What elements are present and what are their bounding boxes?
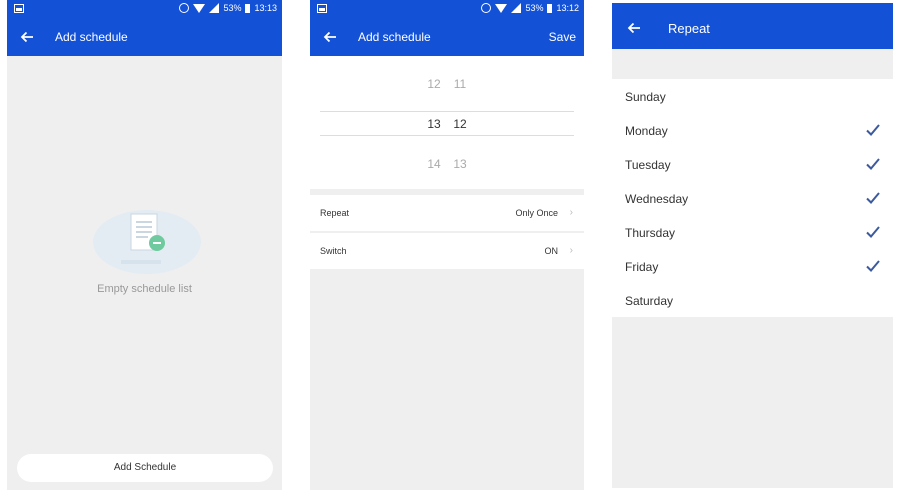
repeat-row[interactable]: Repeat Only Once › (310, 195, 584, 231)
checkmark-icon (866, 158, 880, 170)
back-arrow-icon[interactable] (19, 29, 35, 45)
battery-icon (547, 3, 553, 13)
checkmark-icon (866, 192, 880, 204)
hour-value: 12 (427, 77, 441, 91)
switch-value: ON (544, 246, 559, 256)
empty-schedule-illustration-icon (93, 210, 201, 274)
clock: 13:12 (556, 3, 579, 13)
checkmark-icon (866, 226, 880, 238)
picker-row-above[interactable]: 12 11 (310, 77, 584, 91)
battery-percent: 53% (525, 3, 544, 13)
weekday-label: Monday (625, 124, 668, 138)
wifi-icon (193, 3, 206, 13)
weekday-label: Thursday (625, 226, 676, 240)
switch-label: Switch (320, 246, 347, 256)
checkmark-icon (866, 260, 880, 272)
hour-value: 14 (427, 157, 441, 171)
empty-state-text: Empty schedule list (97, 283, 192, 295)
repeat-value: Only Once (515, 208, 558, 218)
status-bar: 53% 13:12 (310, 0, 584, 18)
checkmark-icon (866, 124, 880, 136)
signal-icon (209, 3, 220, 13)
image-notification-icon (14, 4, 24, 13)
status-bar: 53% 13:13 (7, 0, 282, 18)
save-button[interactable]: Save (549, 30, 576, 44)
weekday-label: Saturday (625, 294, 674, 308)
minute-value: 11 (453, 77, 467, 91)
app-bar: Repeat (612, 3, 893, 49)
weekday-label: Sunday (625, 90, 666, 104)
weekday-item[interactable]: Wednesday (612, 181, 893, 215)
chevron-right-icon: › (569, 245, 573, 256)
battery-icon (245, 3, 251, 13)
signal-icon (511, 3, 522, 13)
picker-divider (320, 135, 574, 136)
image-notification-icon (317, 4, 327, 13)
clock: 13:13 (254, 3, 277, 13)
weekday-item[interactable]: Thursday (612, 215, 893, 249)
picker-row-below[interactable]: 14 13 (310, 157, 584, 171)
weekday-label: Tuesday (625, 158, 671, 172)
weekday-label: Wednesday (625, 192, 689, 206)
minute-value: 13 (453, 157, 467, 171)
page-title: Add schedule (55, 30, 128, 44)
add-schedule-button[interactable]: Add Schedule (17, 454, 273, 482)
weekday-item[interactable]: Monday (612, 113, 893, 147)
repeat-label: Repeat (320, 208, 350, 218)
weekday-label: Friday (625, 260, 659, 274)
picker-row-selected[interactable]: 13 12 (310, 117, 584, 131)
back-arrow-icon[interactable] (626, 20, 642, 36)
screen-repeat: Repeat Sunday Monday Tuesday Wednesday Thurs… (612, 3, 893, 488)
weekday-item[interactable]: Saturday (612, 283, 893, 317)
weekday-item[interactable]: Sunday (612, 79, 893, 113)
weekday-item[interactable]: Tuesday (612, 147, 893, 181)
weekday-item[interactable]: Friday (612, 249, 893, 283)
screen-schedule-list: 53% 13:13 Add schedule Empty schedule li… (7, 0, 282, 490)
picker-divider (320, 111, 574, 112)
chevron-right-icon: › (569, 207, 573, 218)
wifi-icon (495, 3, 508, 13)
screen-add-schedule: 53% 13:12 Add schedule Save 12 11 13 12 14… (310, 0, 584, 490)
page-title: Add schedule (358, 30, 431, 44)
weekday-list: Sunday Monday Tuesday Wednesday Thursday Frid… (612, 79, 893, 317)
switch-row[interactable]: Switch ON › (310, 233, 584, 269)
page-title: Repeat (668, 21, 710, 36)
alarm-icon (481, 3, 492, 13)
back-arrow-icon[interactable] (322, 29, 338, 45)
hour-value: 13 (427, 117, 441, 131)
app-bar: Add schedule (7, 18, 282, 56)
time-picker[interactable]: 12 11 13 12 14 13 (310, 56, 584, 189)
app-bar: Add schedule Save (310, 18, 584, 56)
minute-value: 12 (453, 117, 467, 131)
battery-percent: 53% (223, 3, 242, 13)
alarm-icon (179, 3, 190, 13)
